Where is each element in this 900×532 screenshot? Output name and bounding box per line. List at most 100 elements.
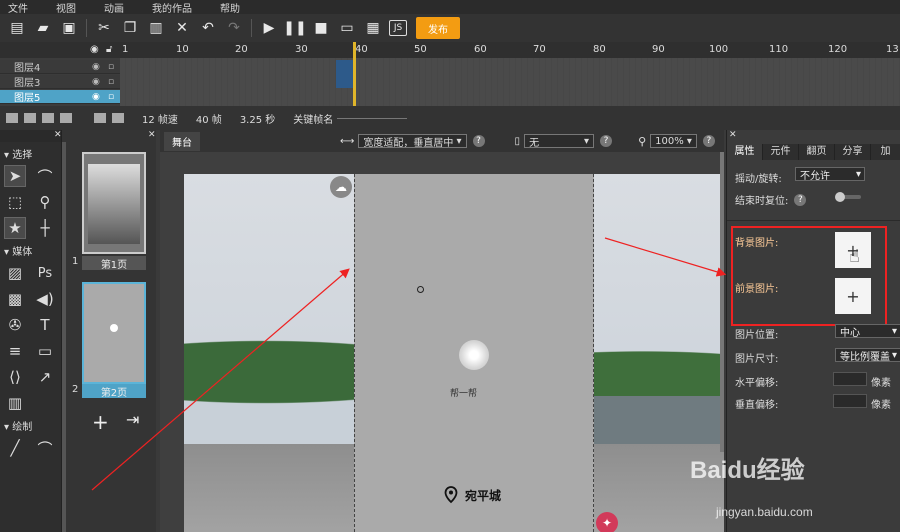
- phone-viewport[interactable]: 帮一帮 宛平城: [354, 174, 594, 532]
- preview-icon[interactable]: ▭: [337, 18, 357, 38]
- lock-icon[interactable]: 🔓︎: [106, 44, 112, 55]
- eye-icon[interactable]: ◉: [90, 44, 99, 55]
- tab-page-turn[interactable]: 翻页: [799, 144, 835, 160]
- guide-tool-icon[interactable]: ┼: [34, 217, 56, 239]
- lock-icon[interactable]: ▫: [108, 92, 114, 102]
- eye-icon[interactable]: ◉: [92, 77, 100, 87]
- image-size-select[interactable]: 等比例覆盖 ▾: [835, 348, 900, 363]
- tab-components[interactable]: 元件: [763, 144, 799, 160]
- curve-tool-icon[interactable]: ⌒: [34, 437, 56, 459]
- v-offset-input[interactable]: [833, 394, 867, 408]
- section-select[interactable]: ▾ 选择: [0, 142, 61, 165]
- layer-row-3[interactable]: 图层3 ◉ ▫: [0, 75, 120, 89]
- rotate-select[interactable]: 不允许 ▾: [795, 167, 865, 182]
- open-folder-icon[interactable]: ▰: [33, 18, 53, 38]
- close-icon[interactable]: ✕: [729, 130, 737, 140]
- add-page-icon[interactable]: +: [92, 410, 109, 434]
- tab-more[interactable]: 加: [871, 144, 900, 160]
- menu-my-works[interactable]: 我的作品: [152, 0, 192, 15]
- pointer-tool-icon[interactable]: ➤: [4, 165, 26, 187]
- barcode-tool-icon[interactable]: ▥: [4, 392, 26, 414]
- pause-icon[interactable]: ❚❚: [283, 18, 306, 38]
- reset-toggle[interactable]: [835, 192, 861, 202]
- page-thumbnail-2[interactable]: [82, 282, 146, 384]
- menu-view[interactable]: 视图: [56, 0, 76, 15]
- js-icon[interactable]: JS: [389, 20, 407, 36]
- qrcode-icon[interactable]: ▦: [363, 18, 383, 38]
- lasso-tool-icon[interactable]: ⌒: [34, 165, 56, 187]
- redo-icon[interactable]: ↷: [224, 18, 244, 38]
- eye-icon[interactable]: ◉: [92, 92, 100, 102]
- close-icon[interactable]: ✕: [54, 130, 62, 140]
- delete-icon[interactable]: ✕: [172, 18, 192, 38]
- line-tool-icon[interactable]: ╱: [4, 437, 26, 459]
- section-draw[interactable]: ▾ 绘制: [0, 414, 61, 437]
- layer-row-5[interactable]: 图层5 ◉ ▫: [0, 90, 120, 104]
- eye-icon[interactable]: ◉: [92, 62, 100, 72]
- cut-icon[interactable]: ✂: [94, 18, 114, 38]
- page-label-1[interactable]: 第1页: [82, 256, 146, 271]
- copy-layer-icon[interactable]: [60, 113, 72, 123]
- image-pos-select[interactable]: 中心 ▾: [835, 324, 900, 339]
- frame-icon[interactable]: [112, 113, 124, 123]
- layer-row-4[interactable]: 图层4 ◉ ▫: [0, 60, 120, 74]
- undo-icon[interactable]: ↶: [198, 18, 218, 38]
- delete-layer-icon[interactable]: [42, 113, 54, 123]
- frame-icon[interactable]: [94, 113, 106, 123]
- section-media[interactable]: ▾ 媒体: [0, 239, 61, 262]
- panel-scrollbar[interactable]: [62, 142, 66, 532]
- timeline-ruler[interactable]: 1 10 20 30 40 50 60 70 80 90 100 110 120…: [120, 42, 900, 58]
- fit-mode-select[interactable]: 宽度适配，垂直居中 ▾: [358, 134, 467, 149]
- lock-icon[interactable]: ▫: [108, 77, 114, 87]
- close-icon[interactable]: ✕: [148, 130, 156, 140]
- paste-icon[interactable]: ▥: [146, 18, 166, 38]
- cloud-icon[interactable]: ☁: [330, 176, 352, 198]
- h-offset-input[interactable]: [833, 372, 867, 386]
- audio-tool-icon[interactable]: ◀): [34, 288, 56, 310]
- page-thumbnail-1[interactable]: [82, 152, 146, 254]
- publish-button[interactable]: 发布: [416, 17, 460, 39]
- picture-tool-icon[interactable]: ▩: [4, 288, 26, 310]
- video-tool-icon[interactable]: ✇: [4, 314, 26, 336]
- help-icon[interactable]: ?: [702, 135, 715, 147]
- tab-share[interactable]: 分享: [835, 144, 871, 160]
- lock-icon[interactable]: ▫: [108, 62, 114, 72]
- text-tool-icon[interactable]: T: [34, 314, 56, 336]
- add-layer-icon[interactable]: [6, 113, 18, 123]
- menu-file[interactable]: 文件: [8, 0, 28, 15]
- transform-tool-icon[interactable]: ⬚: [4, 191, 26, 213]
- tap-button[interactable]: [459, 340, 489, 370]
- help-icon[interactable]: ?: [794, 193, 807, 206]
- save-icon[interactable]: ▣: [59, 18, 79, 38]
- device-select[interactable]: 无 ▾: [524, 134, 595, 149]
- stage-scrollbar[interactable]: [720, 152, 724, 452]
- share-icon[interactable]: ✦: [596, 512, 618, 532]
- import-page-icon[interactable]: ⇥: [126, 410, 139, 429]
- image-tool-icon[interactable]: ▨: [4, 262, 26, 284]
- stop-icon[interactable]: ■: [311, 18, 331, 38]
- help-icon[interactable]: ?: [472, 135, 485, 147]
- keyframe-name-input[interactable]: [337, 117, 408, 119]
- play-icon[interactable]: ▶: [259, 18, 279, 38]
- menu-animation[interactable]: 动画: [104, 0, 124, 15]
- tab-stage[interactable]: 舞台: [164, 131, 200, 151]
- help-icon[interactable]: ?: [600, 135, 613, 147]
- ps-tool-icon[interactable]: Ps: [34, 262, 56, 284]
- anchor-dot[interactable]: [417, 286, 424, 293]
- zoom-select[interactable]: 100% ▾: [650, 134, 697, 148]
- paragraph-tool-icon[interactable]: ≡: [4, 340, 26, 362]
- zoom-tool-icon[interactable]: ⚲: [34, 191, 56, 213]
- timeline-playhead[interactable]: [353, 42, 356, 106]
- add-folder-icon[interactable]: [24, 113, 36, 123]
- star-tool-icon[interactable]: ★: [4, 217, 26, 239]
- timeline-frames[interactable]: [120, 58, 900, 106]
- new-file-icon[interactable]: ▤: [7, 18, 27, 38]
- chart-tool-icon[interactable]: ↗: [34, 366, 56, 388]
- stage-canvas[interactable]: 帮一帮 宛平城 ☁ ✦: [184, 174, 724, 532]
- tab-properties[interactable]: 属性: [727, 144, 763, 160]
- menu-help[interactable]: 帮助: [220, 0, 240, 15]
- page-label-2[interactable]: 第2页: [82, 384, 146, 399]
- html-tool-icon[interactable]: ⟨⟩: [4, 366, 26, 388]
- copy-icon[interactable]: ❐: [120, 18, 140, 38]
- frame-tool-icon[interactable]: ▭: [34, 340, 56, 362]
